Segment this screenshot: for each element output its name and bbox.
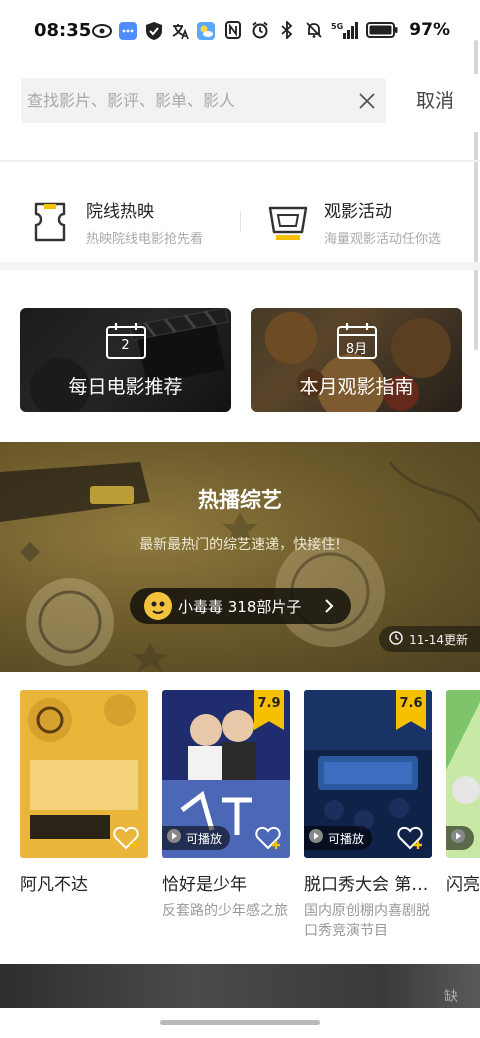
- monthly-guide-card[interactable]: 8月 本月观影指南: [251, 308, 462, 412]
- status-bar: 08:35 5G 97%: [0, 0, 480, 62]
- weather-app-icon: [196, 21, 216, 41]
- daily-recommend-card[interactable]: 2 每日电影推荐: [20, 308, 231, 412]
- favorite-add-icon[interactable]: [396, 824, 424, 852]
- svg-text:5G: 5G: [331, 22, 343, 31]
- divider: [0, 160, 480, 162]
- show-title[interactable]: 阿凡不达: [20, 870, 148, 895]
- search-row: 取消: [0, 74, 480, 132]
- quick-entry-activity[interactable]: 观影活动 海量观影活动任你选: [266, 180, 441, 264]
- variety-banner[interactable]: 热播综艺 最新最热门的综艺速递，快接住! 小毒毒 318部片子 11-14更新: [0, 442, 480, 672]
- status-time: 08:35: [34, 20, 92, 41]
- battery-icon: [366, 20, 398, 40]
- show-item[interactable]: 闪亮: [446, 690, 480, 895]
- show-title[interactable]: 闪亮: [446, 870, 480, 895]
- nfc-icon: [223, 20, 243, 40]
- show-description: 国内原创棚内喜剧脱口秀竞演节目: [304, 903, 430, 939]
- mute-bell-icon: [304, 20, 324, 40]
- eye-icon: [92, 21, 112, 41]
- translate-icon: [170, 21, 190, 41]
- poster[interactable]: 7.9 可播放: [162, 690, 290, 858]
- score-value: 7.9: [257, 696, 281, 711]
- favorite-add-icon[interactable]: [254, 824, 282, 852]
- update-date: 11-14更新: [409, 632, 468, 647]
- quick-entry-title: 观影活动: [324, 202, 392, 222]
- alarm-icon: [250, 20, 270, 40]
- show-item[interactable]: 7.9 可播放 恰好是少年 反套路的少年感之旅: [162, 690, 290, 921]
- show-title[interactable]: 脱口秀大会 第…: [304, 870, 432, 895]
- card-title: 本月观影指南: [299, 376, 414, 398]
- clock-icon: [389, 630, 403, 649]
- show-list: 阿凡不达 7.9 可播放 恰好是少年 反套路的少年感之旅 7.6 可播放 脱口秀…: [0, 690, 480, 950]
- quick-entry-subtitle: 热映院线电影抢先看: [86, 232, 204, 247]
- signal-5g-icon: 5G: [331, 20, 359, 40]
- show-title[interactable]: 恰好是少年: [162, 870, 290, 895]
- cancel-button[interactable]: 取消: [416, 86, 454, 113]
- ticket-icon: [28, 200, 72, 244]
- poster[interactable]: 7.6 可播放: [304, 690, 432, 858]
- update-badge: 11-14更新: [379, 626, 480, 652]
- playable-text: 可播放: [186, 831, 223, 846]
- quick-entry-title: 院线热映: [86, 202, 154, 222]
- screen-icon: [266, 200, 310, 244]
- play-icon: [308, 828, 324, 848]
- banner-title: 热播综艺: [198, 488, 282, 512]
- show-item[interactable]: 阿凡不达: [20, 690, 148, 895]
- chevron-right-icon: [321, 598, 337, 614]
- search-box: [21, 78, 386, 123]
- quick-entries: 院线热映 热映院线电影抢先看 观影活动 海量观影活动任你选: [0, 180, 480, 264]
- score-value: 7.6: [399, 696, 423, 711]
- status-right-icons: 5G 97%: [223, 20, 450, 40]
- section-separator: [0, 262, 480, 270]
- calendar-month: 8月: [345, 342, 368, 357]
- chat-app-icon: [118, 21, 138, 41]
- show-description: 反套路的少年感之旅: [162, 903, 288, 919]
- avatar: [144, 592, 172, 620]
- battery-percent: 97%: [409, 20, 450, 40]
- calendar-day: 2: [121, 338, 130, 353]
- playable-tag: 可播放: [162, 826, 231, 850]
- clear-icon[interactable]: [356, 90, 378, 112]
- show-item[interactable]: 7.6 可播放 脱口秀大会 第… 国内原创棚内喜剧脱口秀竞演节目: [304, 690, 432, 941]
- quick-entry-cinema[interactable]: 院线热映 热映院线电影抢先看: [28, 180, 203, 264]
- bluetooth-icon: [277, 20, 297, 40]
- banner-subtitle: 最新最热门的综艺速递，快接住!: [139, 537, 341, 553]
- poster[interactable]: [20, 690, 148, 858]
- search-input[interactable]: [27, 78, 347, 123]
- card-title: 每日电影推荐: [68, 376, 183, 398]
- shield-icon: [144, 21, 164, 41]
- play-icon: [166, 828, 182, 848]
- quick-separator: [240, 210, 241, 232]
- playable-tag: 可播放: [304, 826, 373, 850]
- favorite-add-icon[interactable]: [112, 824, 140, 852]
- quick-entry-subtitle: 海量观影活动任你选: [324, 232, 442, 247]
- poster[interactable]: [446, 690, 480, 858]
- status-left-icons: [92, 21, 216, 41]
- home-indicator[interactable]: [160, 1020, 320, 1025]
- next-section-preview[interactable]: 缺: [0, 964, 480, 1008]
- play-icon: [450, 828, 466, 848]
- playable-tag: [446, 826, 474, 850]
- author-info: 小毒毒 318部片子: [178, 598, 302, 616]
- watermark-text: 缺: [444, 989, 458, 1005]
- playable-text: 可播放: [328, 831, 365, 846]
- author-pill[interactable]: 小毒毒 318部片子: [130, 588, 351, 624]
